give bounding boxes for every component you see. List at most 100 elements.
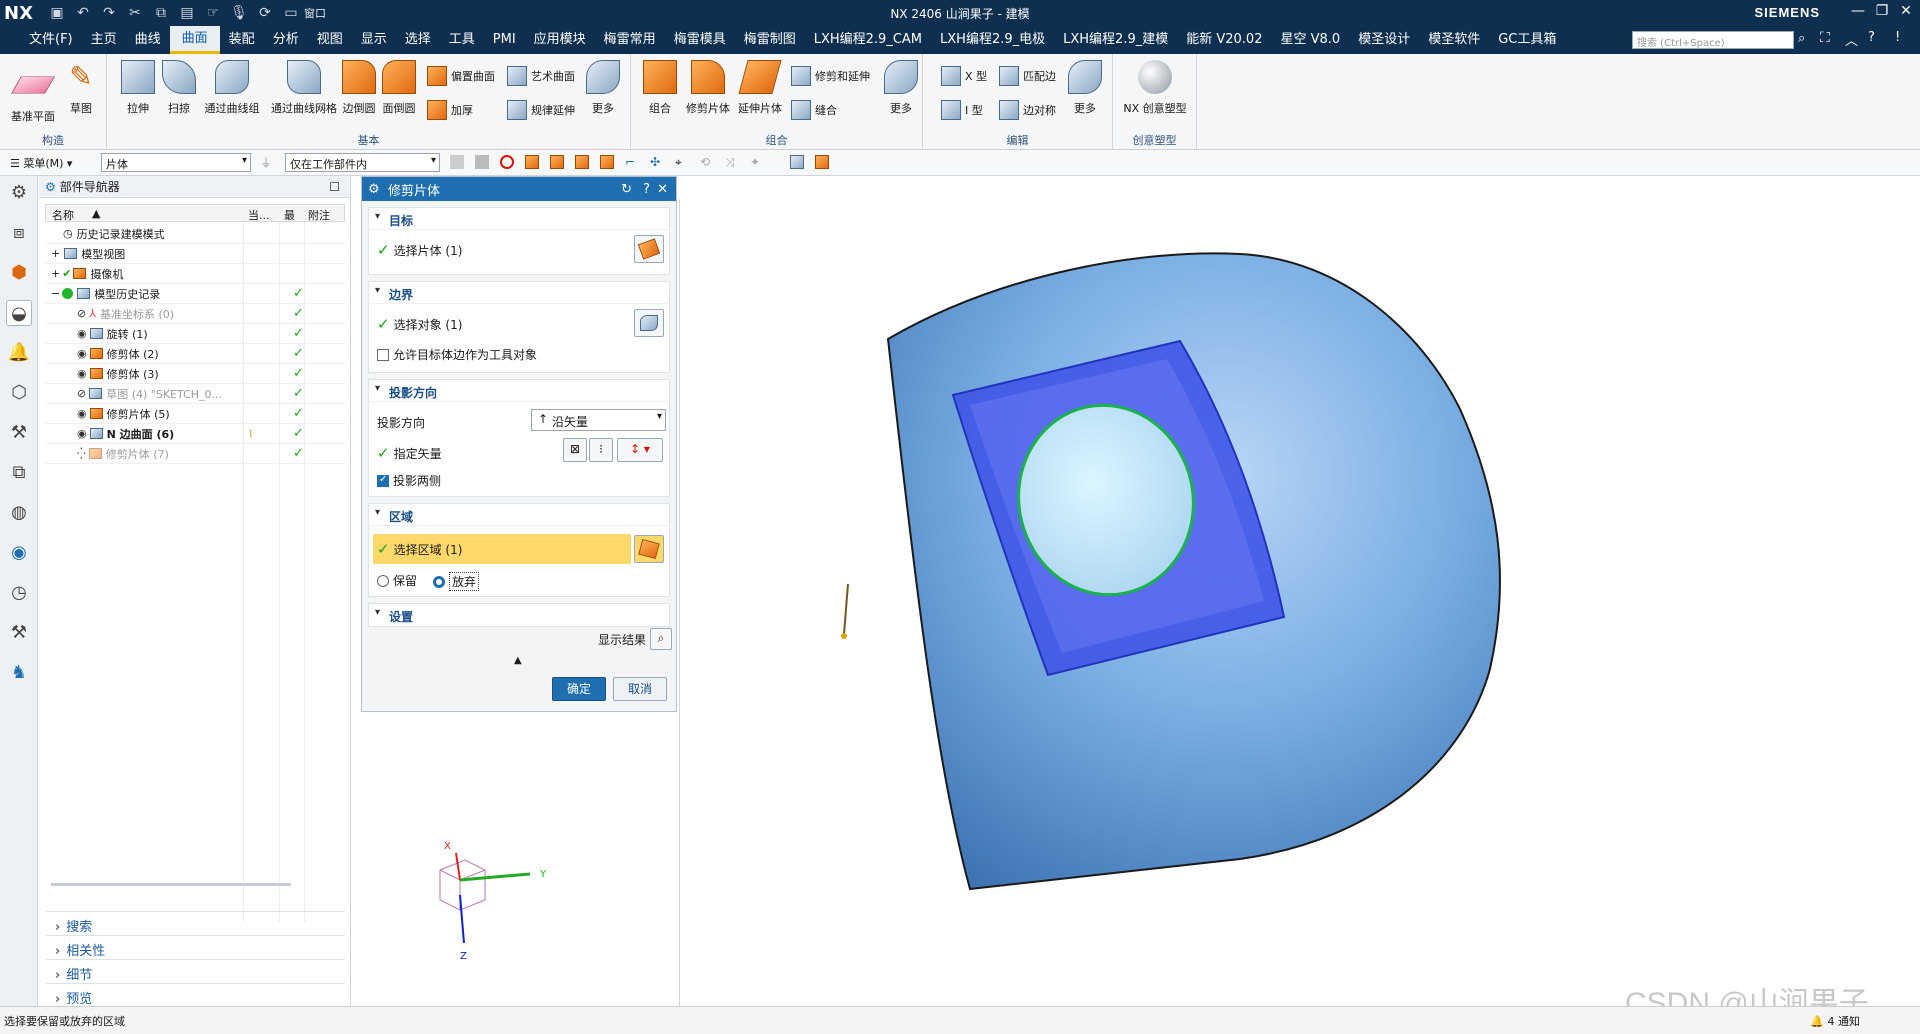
section-dependencies[interactable]: › 相关性 [45,935,345,959]
touch-mode-icon[interactable]: ☞ [200,5,226,21]
copy-icon[interactable]: ⧉ [148,5,174,21]
history-icon[interactable]: ◍ [6,500,32,526]
menu-item-1[interactable]: 主页 [82,26,126,54]
reverse-direction-button[interactable]: ↕ ▾ [617,438,663,462]
tree-row-sketch-4[interactable]: ⊘ 草图 (4) "SKETCH_0... ✓ [45,384,345,404]
tree-row-revolve[interactable]: ◉ 旋转 (1) ✓ [45,324,345,344]
tree-row-trim-body-3[interactable]: ◉ 修剪体 (3) ✓ [45,364,345,384]
select-sheet-button[interactable] [634,235,664,263]
maximize-panel-icon[interactable]: ☐ [329,180,340,194]
microphone-icon[interactable]: 🎙 [226,5,252,21]
menu-button[interactable]: ☰ 菜单(M) ▾ [10,155,72,171]
menu-item-17[interactable]: LXH编程2.9_建模 [1054,26,1177,54]
match-edge-button[interactable]: 匹配边 [999,66,1056,86]
restore-icon[interactable]: ❐ [1870,3,1894,19]
tree-row-model-views[interactable]: + 模型视图 [45,244,345,264]
x-form-button[interactable]: X 型 [941,66,987,86]
minimize-icon[interactable]: — [1846,3,1870,19]
tree-row-datum-csys[interactable]: ⊘ ⅄ 基准坐标系 (0) ✓ [45,304,345,324]
column-name[interactable]: 名称 [52,207,74,223]
select-object-button[interactable] [634,309,664,337]
column-current[interactable]: 当... [248,207,270,223]
expand-icon[interactable]: + [51,247,60,260]
tree-row-n-sided-surface[interactable]: ◉ N 边曲面 (6) ⁞ ✓ [45,424,345,444]
section-search[interactable]: › 搜索 [45,911,345,935]
selection-scope-select[interactable]: 仅在工作部件内 [285,153,440,172]
inferred-vector-button[interactable]: ⁝ [589,438,613,462]
roles-icon[interactable]: ♞ [6,660,32,686]
extend-sheet-button[interactable]: 延伸片体 [730,60,790,116]
projection-direction-select[interactable]: 沿矢量 ↑ [531,409,666,431]
help-icon[interactable]: ? [643,182,650,197]
region-header[interactable]: 区域 [369,504,669,526]
fullscreen-icon[interactable]: ⛶ [1820,30,1830,46]
sketch-button[interactable]: ✎ 草图 [52,60,110,116]
menu-item-9[interactable]: 工具 [440,26,484,54]
move-icon[interactable]: ⤨ [725,155,739,169]
view-cube-icon[interactable] [790,155,804,169]
tree-row-trim-sheet-7[interactable]: ⁛ 修剪片体 (7) ✓ [45,444,345,464]
section-preview[interactable]: › 预览 [45,983,345,1007]
select-feature-icon[interactable] [575,155,589,169]
tree-row-history-mode[interactable]: ◷ 历史记录建模模式 [45,224,345,244]
close-icon[interactable]: ✕ [1894,3,1918,19]
menu-item-10[interactable]: PMI [484,26,525,54]
hidden-eye-icon[interactable]: ⊘ [77,307,86,320]
show-result-button[interactable]: ⌕ [650,628,672,650]
system-materials-icon[interactable]: ◉ [6,540,32,566]
menu-item-22[interactable]: GC工具箱 [1489,26,1565,54]
undo-icon[interactable]: ↶ [70,5,96,21]
process-studio-icon[interactable]: ⚒ [6,620,32,646]
target-header[interactable]: 目标 [369,208,669,230]
project-both-sides-row[interactable]: 投影两侧 [377,472,441,489]
collapse-icon[interactable]: − [51,287,60,300]
select-sheet-row[interactable]: ✓ 选择片体 (1) [377,241,462,259]
snap-icon[interactable]: ⌐ [625,155,639,169]
menu-item-4[interactable]: 装配 [220,26,264,54]
select-faces-icon[interactable] [450,155,464,169]
menu-item-14[interactable]: 梅雷制图 [735,26,805,54]
eye-icon[interactable]: ◉ [77,347,87,360]
menu-item-11[interactable]: 应用模块 [525,26,595,54]
tree-row-model-history[interactable]: − 模型历史记录 ✓ [45,284,345,304]
window-menu[interactable]: 窗口 [304,5,326,21]
tree-row-trim-body-2[interactable]: ◉ 修剪体 (2) ✓ [45,344,345,364]
menu-item-16[interactable]: LXH编程2.9_电极 [931,26,1054,54]
menu-item-6[interactable]: 视图 [308,26,352,54]
trim-sheet-button[interactable]: 修剪片体 [678,60,738,116]
horizontal-scrollbar[interactable] [51,883,291,886]
trim-and-extend-button[interactable]: 修剪和延伸 [791,66,870,86]
search-input[interactable]: 搜索 (Ctrl+Space) [1632,31,1794,49]
part-navigator-icon[interactable]: ◒ [6,300,32,326]
menu-item-5[interactable]: 分析 [264,26,308,54]
constraint-navigator-icon[interactable]: ⬢ [6,260,32,286]
eye-icon[interactable]: ◉ [77,367,87,380]
column-latest[interactable]: 最 [284,207,295,223]
model-canvas[interactable] [439,199,1920,1006]
settings-icon[interactable]: ⚙ [6,180,32,206]
deselect-all-icon[interactable] [500,155,514,169]
graphics-window[interactable] [439,199,1920,1006]
select-edges-icon[interactable] [475,155,489,169]
column-comment[interactable]: 附注 [308,207,330,223]
redo-icon[interactable]: ↷ [96,5,122,21]
through-curve-mesh-button[interactable]: 通过曲线网格 [265,60,343,116]
search-icon[interactable]: ⌕ [1798,31,1805,46]
select-component-icon[interactable] [600,155,614,169]
eye-icon[interactable]: ◉ [77,427,87,440]
view-triad[interactable]: X Y Z [430,835,560,965]
type-filter-select[interactable]: 片体 [101,153,251,172]
menu-item-15[interactable]: LXH编程2.9_CAM [805,26,931,54]
discard-radio[interactable] [433,575,445,588]
settings-header[interactable]: 设置 [369,604,669,626]
section-details[interactable]: › 细节 [45,959,345,983]
projection-header[interactable]: 投影方向 [369,380,669,402]
eye-icon[interactable]: ◉ [77,327,87,340]
eye-icon[interactable]: ◉ [77,407,87,420]
menu-item-20[interactable]: 模圣设计 [1349,26,1419,54]
menu-item-8[interactable]: 选择 [396,26,440,54]
combine-more-button[interactable]: 更多 [879,60,923,116]
render-icon[interactable] [815,155,829,169]
paste-icon[interactable]: ▤ [174,5,200,21]
menu-item-19[interactable]: 星空 V8.0 [1271,26,1349,54]
